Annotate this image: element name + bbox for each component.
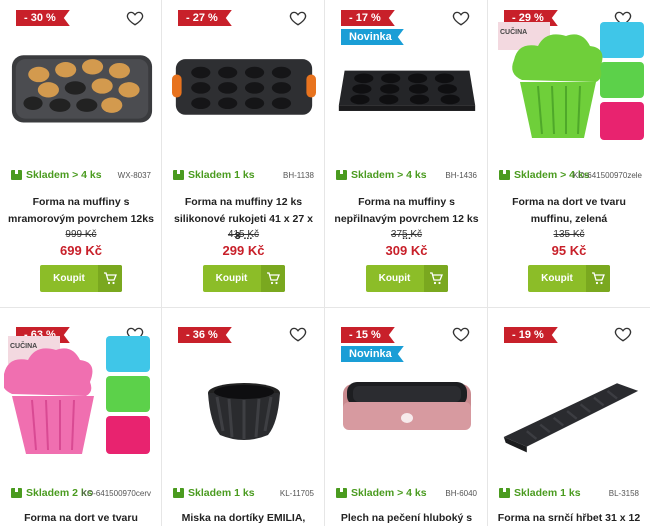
product-image[interactable]: [498, 355, 642, 470]
stock-status: Skladem 2 ks: [11, 487, 93, 499]
box-icon: [336, 488, 347, 498]
box-icon: [11, 488, 22, 498]
wishlist-heart-icon[interactable]: [289, 325, 307, 343]
product-image[interactable]: CUČINA: [4, 334, 154, 459]
product-image[interactable]: [172, 355, 316, 470]
product-grid: - 30 % Skladem > 4 ks WX-8037 Forma na m…: [0, 0, 650, 526]
product-title[interactable]: Plech na pečení hluboký s: [333, 510, 480, 526]
product-title[interactable]: Forma na dort ve tvaru: [8, 510, 154, 526]
product-card[interactable]: - 63 % CUČINA Skladem 2 ks KO-641500970c…: [0, 0, 162, 526]
grid-divider: [0, 307, 650, 308]
discount-badge: - 19 %: [504, 327, 558, 343]
product-code: BL-3158: [608, 489, 639, 498]
box-icon: [499, 488, 510, 498]
product-code: KO-641500970cerv: [81, 489, 151, 498]
stock-status: Skladem > 4 ks: [336, 487, 427, 499]
discount-badge: - 36 %: [178, 327, 232, 343]
product-title[interactable]: Miska na dortíky EMILIA, 12,5: [170, 510, 317, 526]
product-code: BH-6040: [445, 489, 477, 498]
grid-divider: [161, 0, 162, 526]
product-code: KL-11705: [279, 489, 314, 498]
stock-label: Skladem > 4 ks: [351, 487, 427, 499]
svg-text:CUČINA: CUČINA: [10, 341, 37, 350]
product-card[interactable]: - 19 % Skladem 1 ks BL-3158 Forma na srn…: [488, 0, 650, 526]
product-card[interactable]: - 15 % Novinka Skladem > 4 ks BH-6040 Pl…: [325, 0, 488, 526]
grid-divider: [324, 0, 325, 526]
wishlist-heart-icon[interactable]: [614, 325, 632, 343]
product-title[interactable]: Forma na srnčí hřbet 31 x 12: [496, 510, 642, 526]
stock-status: Skladem 1 ks: [173, 487, 255, 499]
discount-badge: - 15 %: [341, 327, 395, 343]
stock-status: Skladem 1 ks: [499, 487, 581, 499]
product-card[interactable]: - 36 % Skladem 1 ks KL-11705 Miska na do…: [162, 0, 325, 526]
grid-divider: [487, 0, 488, 526]
stock-label: Skladem 1 ks: [188, 487, 255, 499]
stock-label: Skladem 1 ks: [514, 487, 581, 499]
wishlist-heart-icon[interactable]: [452, 325, 470, 343]
product-image[interactable]: [335, 355, 479, 470]
box-icon: [173, 488, 184, 498]
